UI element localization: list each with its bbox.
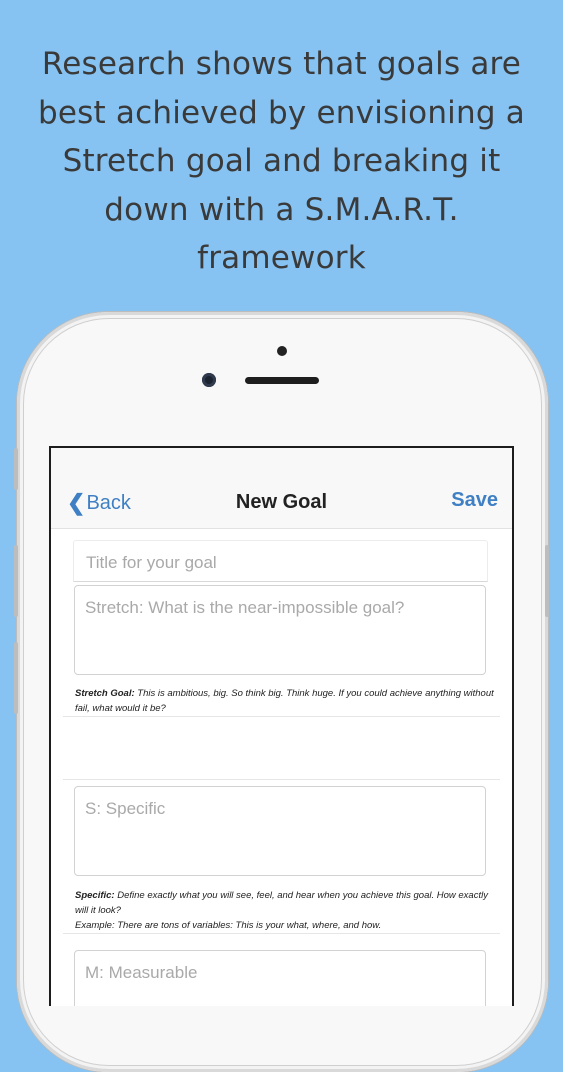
goal-form: Title for your goal Stretch: What is the…: [63, 540, 500, 1006]
goal-title-placeholder: Title for your goal: [86, 553, 217, 572]
measurable-input[interactable]: M: Measurable: [74, 950, 486, 1006]
stretch-goal-input[interactable]: Stretch: What is the near-impossible goa…: [74, 585, 486, 675]
measurable-placeholder: M: Measurable: [85, 963, 198, 982]
specific-input[interactable]: S: Specific: [74, 786, 486, 876]
save-button[interactable]: Save: [451, 489, 498, 512]
navigation-bar: ❮ Back New Goal Save: [51, 448, 512, 529]
divider: [63, 933, 500, 934]
proximity-sensor: [277, 346, 287, 356]
specific-placeholder: S: Specific: [85, 799, 166, 818]
specific-help: Specific: Define exactly what you will s…: [75, 888, 494, 933]
goal-title-input[interactable]: Title for your goal: [73, 540, 488, 582]
specific-example: Example: There are tons of variables: Th…: [75, 920, 382, 931]
divider: [63, 779, 500, 780]
side-button: [14, 448, 18, 490]
stretch-help-text: This is ambitious, big. So think big. Th…: [75, 688, 494, 714]
stretch-goal-help: Stretch Goal: This is ambitious, big. So…: [75, 686, 494, 716]
stretch-help-label: Stretch Goal:: [75, 688, 135, 699]
side-button: [545, 545, 549, 617]
specific-help-label: Specific:: [75, 890, 115, 901]
side-button: [14, 545, 18, 617]
specific-help-text: Define exactly what you will see, feel, …: [75, 890, 488, 916]
headline: Research shows that goals are best achie…: [38, 46, 525, 276]
side-button: [14, 642, 18, 714]
earpiece-speaker: [245, 377, 319, 384]
stretch-goal-placeholder: Stretch: What is the near-impossible goa…: [85, 598, 405, 617]
phone-screen: ❮ Back New Goal Save Title for your goal…: [49, 446, 514, 1006]
front-camera-icon: [202, 373, 216, 387]
page-title: New Goal: [235, 491, 328, 513]
divider: [63, 716, 500, 717]
